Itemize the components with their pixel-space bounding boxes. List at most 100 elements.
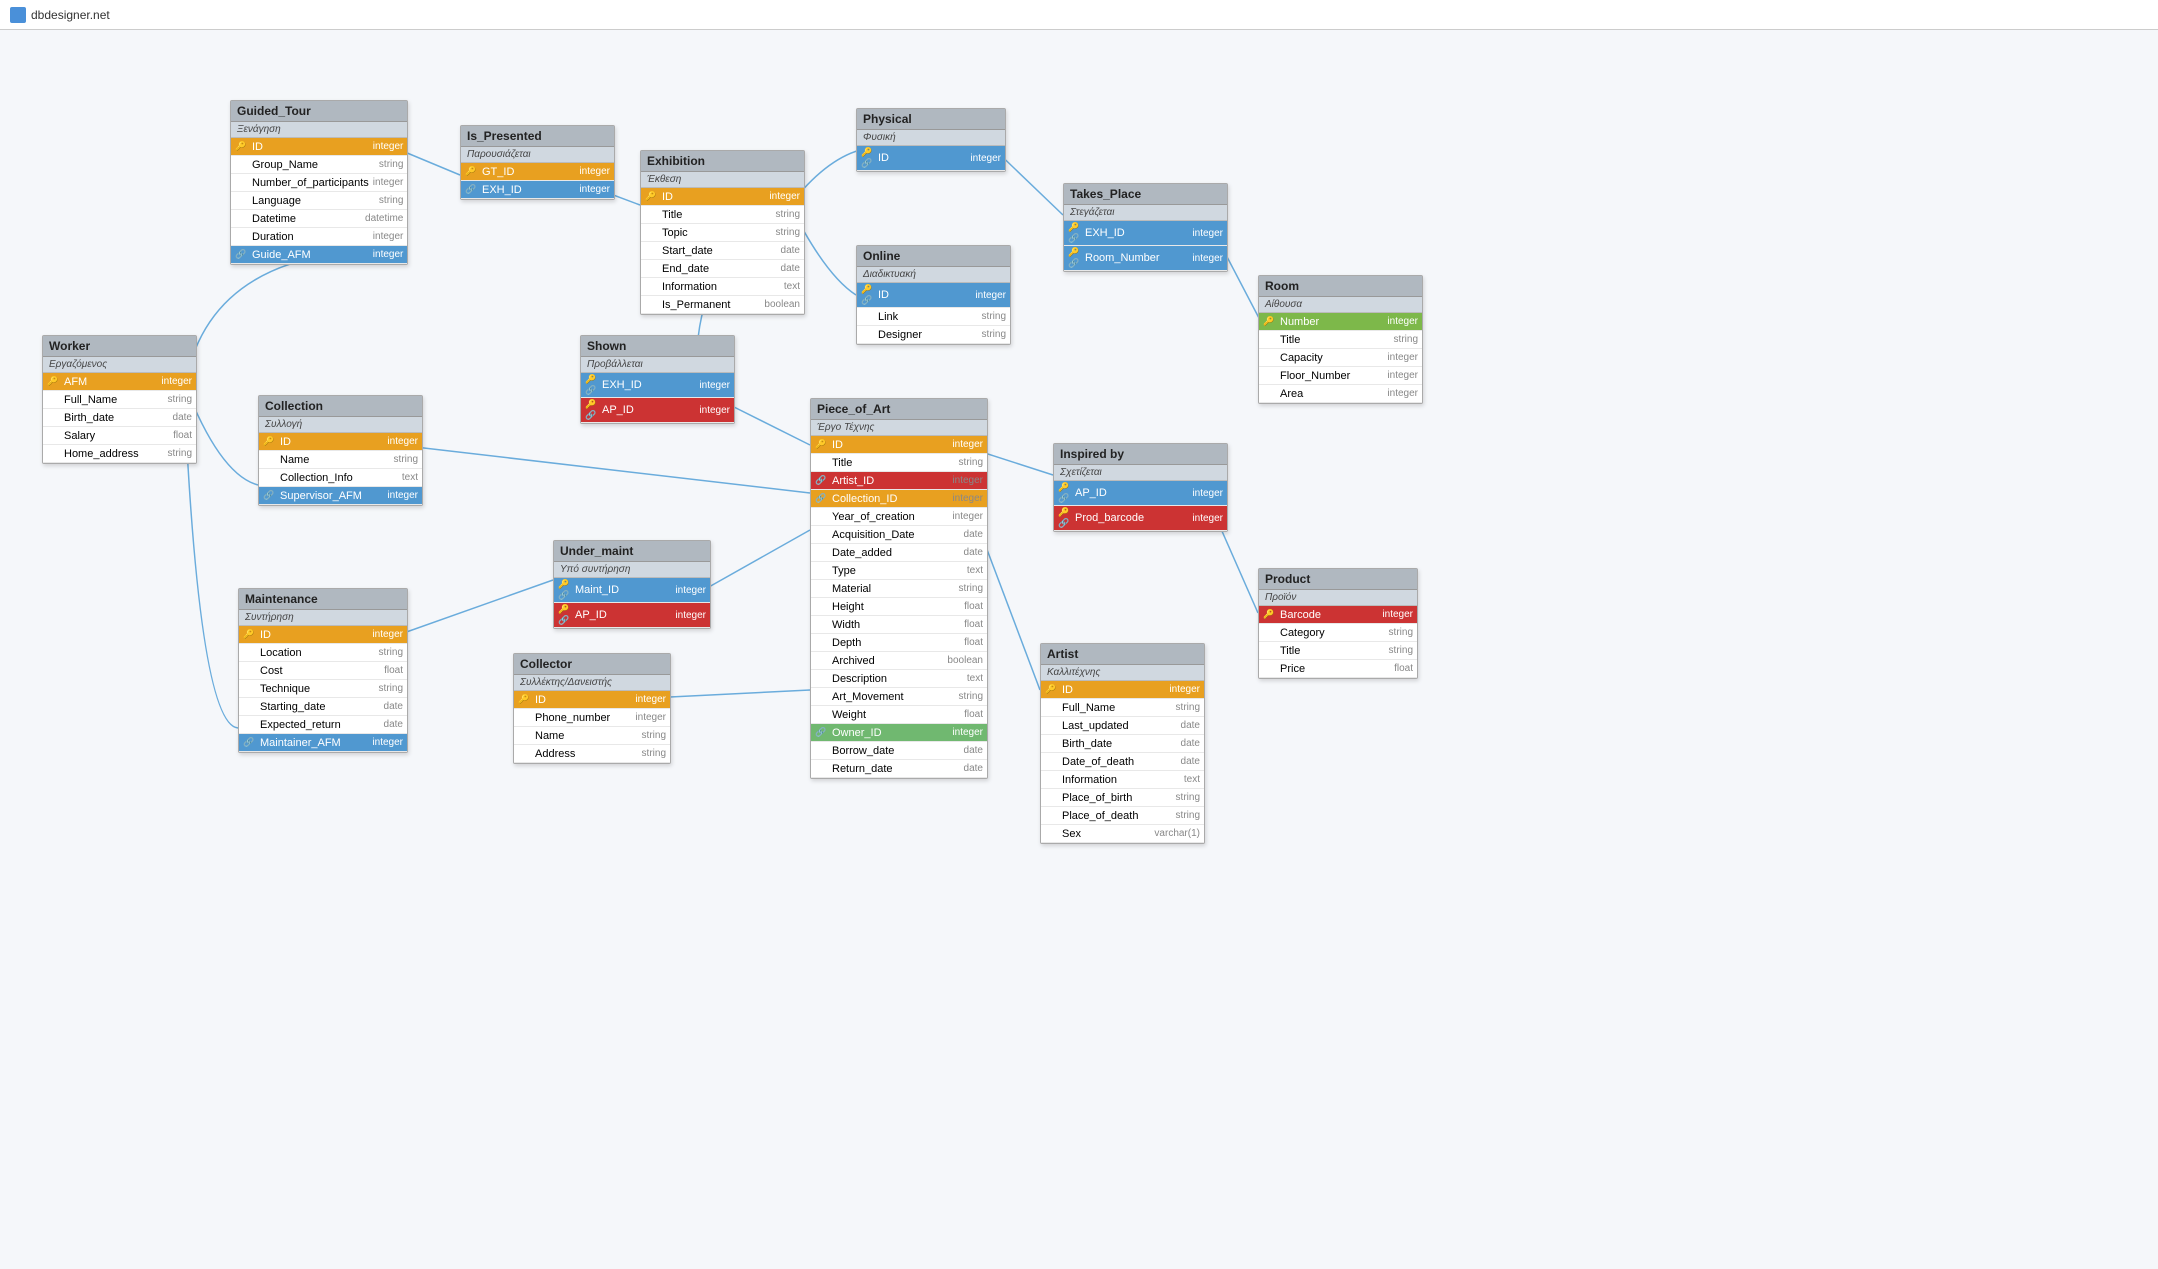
table-row: 🔑 ID integer — [259, 433, 422, 451]
table-row: Birth_date date — [43, 409, 196, 427]
table-row: 🔑 Barcode integer — [1259, 606, 1417, 624]
table-row: 🔑 ID integer — [514, 691, 670, 709]
table-row: Cost float — [239, 662, 407, 680]
table-row: Expected_return date — [239, 716, 407, 734]
table-row: Is_Permanent boolean — [641, 296, 804, 314]
table-room-header: Room — [1259, 276, 1422, 297]
table-row: 🔑 ID integer — [239, 626, 407, 644]
table-row: End_date date — [641, 260, 804, 278]
canvas: Guided_Tour Ξενάγηση 🔑 ID integer Group_… — [0, 30, 2158, 1269]
table-shown-header: Shown — [581, 336, 734, 357]
table-exhibition-subtitle: Έκθεση — [641, 172, 804, 188]
table-online: Online Διαδικτυακή 🔑🔗 ID integer Link st… — [856, 245, 1011, 345]
table-row: Title string — [811, 454, 987, 472]
table-collection: Collection Συλλογή 🔑 ID integer Name str… — [258, 395, 423, 506]
table-row: 🔑 ID integer — [811, 436, 987, 454]
table-row: Area integer — [1259, 385, 1422, 403]
table-row: Date_of_death date — [1041, 753, 1204, 771]
table-takes-place-header: Takes_Place — [1064, 184, 1227, 205]
table-collector-subtitle: Συλλέκτης/Δανειστής — [514, 675, 670, 691]
table-row: Date_added date — [811, 544, 987, 562]
table-collection-subtitle: Συλλογή — [259, 417, 422, 433]
table-collection-header: Collection — [259, 396, 422, 417]
table-row: Acquisition_Date date — [811, 526, 987, 544]
table-row: Phone_number integer — [514, 709, 670, 727]
logo-icon — [10, 7, 26, 23]
table-row: Link string — [857, 308, 1010, 326]
table-room: Room Αίθουσα 🔑 Number integer Title stri… — [1258, 275, 1423, 404]
table-row: Information text — [641, 278, 804, 296]
table-physical-header: Physical — [857, 109, 1005, 130]
table-inspired-by: Inspired by Σχετίζεται 🔑🔗 AP_ID integer … — [1053, 443, 1228, 532]
table-row: 🔗 Maintainer_AFM integer — [239, 734, 407, 752]
table-row: 🔑 ID integer — [641, 188, 804, 206]
table-row: 🔗 Collection_ID integer — [811, 490, 987, 508]
table-row: Full_Name string — [43, 391, 196, 409]
table-row: 🔗 EXH_ID integer — [461, 181, 614, 199]
table-row: Full_Name string — [1041, 699, 1204, 717]
table-row: Capacity integer — [1259, 349, 1422, 367]
table-row: 🔑🔗 AP_ID integer — [1054, 481, 1227, 506]
table-row: 🔑 GT_ID integer — [461, 163, 614, 181]
table-under-maint-header: Under_maint — [554, 541, 710, 562]
table-online-header: Online — [857, 246, 1010, 267]
table-row: Address string — [514, 745, 670, 763]
table-row: Place_of_birth string — [1041, 789, 1204, 807]
table-row: 🔑🔗 ID integer — [857, 283, 1010, 308]
table-row: 🔑🔗 ID integer — [857, 146, 1005, 171]
table-piece-of-art: Piece_of_Art Έργο Τέχνης 🔑 ID integer Ti… — [810, 398, 988, 779]
table-artist: Artist Καλλιτέχνης 🔑 ID integer Full_Nam… — [1040, 643, 1205, 844]
table-row: Category string — [1259, 624, 1417, 642]
table-row: Start_date date — [641, 242, 804, 260]
table-artist-subtitle: Καλλιτέχνης — [1041, 665, 1204, 681]
table-row: Designer string — [857, 326, 1010, 344]
table-product: Product Προϊόν 🔑 Barcode integer Categor… — [1258, 568, 1418, 679]
table-is-presented-header: Is_Presented — [461, 126, 614, 147]
table-maintenance-subtitle: Συντήρηση — [239, 610, 407, 626]
table-row: Weight float — [811, 706, 987, 724]
table-row: Group_Name string — [231, 156, 407, 174]
table-artist-header: Artist — [1041, 644, 1204, 665]
table-row: Depth float — [811, 634, 987, 652]
table-maintenance-header: Maintenance — [239, 589, 407, 610]
table-row: Price float — [1259, 660, 1417, 678]
table-row: 🔑🔗 EXH_ID integer — [581, 373, 734, 398]
table-takes-place-subtitle: Στεγάζεται — [1064, 205, 1227, 221]
table-row: Title string — [641, 206, 804, 224]
table-row: Technique string — [239, 680, 407, 698]
table-row: Home_address string — [43, 445, 196, 463]
table-shown-subtitle: Προβάλλεται — [581, 357, 734, 373]
table-row: Material string — [811, 580, 987, 598]
table-row: Width float — [811, 616, 987, 634]
table-row: Salary float — [43, 427, 196, 445]
table-row: 🔗 Guide_AFM integer — [231, 246, 407, 264]
table-row: Location string — [239, 644, 407, 662]
table-is-presented: Is_Presented Παρουσιάζεται 🔑 GT_ID integ… — [460, 125, 615, 200]
table-inspired-by-subtitle: Σχετίζεται — [1054, 465, 1227, 481]
table-physical: Physical Φυσική 🔑🔗 ID integer — [856, 108, 1006, 172]
table-product-subtitle: Προϊόν — [1259, 590, 1417, 606]
table-row: 🔑🔗 AP_ID integer — [581, 398, 734, 423]
table-row: Name string — [514, 727, 670, 745]
table-collector: Collector Συλλέκτης/Δανειστής 🔑 ID integ… — [513, 653, 671, 764]
table-row: Title string — [1259, 331, 1422, 349]
table-worker-subtitle: Εργαζόμενος — [43, 357, 196, 373]
table-row: 🔑 ID integer — [1041, 681, 1204, 699]
table-row: Floor_Number integer — [1259, 367, 1422, 385]
table-guided-tour-subtitle: Ξενάγηση — [231, 122, 407, 138]
table-row: 🔑🔗 AP_ID integer — [554, 603, 710, 628]
table-row: Information text — [1041, 771, 1204, 789]
table-is-presented-subtitle: Παρουσιάζεται — [461, 147, 614, 163]
table-row: Datetime datetime — [231, 210, 407, 228]
table-piece-of-art-header: Piece_of_Art — [811, 399, 987, 420]
table-row: 🔑🔗 Maint_ID integer — [554, 578, 710, 603]
table-row: 🔗 Supervisor_AFM integer — [259, 487, 422, 505]
table-row: Sex varchar(1) — [1041, 825, 1204, 843]
table-inspired-by-header: Inspired by — [1054, 444, 1227, 465]
logo: dbdesigner.net — [10, 7, 110, 23]
table-row: Height float — [811, 598, 987, 616]
table-row: 🔗 Owner_ID integer — [811, 724, 987, 742]
table-shown: Shown Προβάλλεται 🔑🔗 EXH_ID integer 🔑🔗 A… — [580, 335, 735, 424]
table-row: Collection_Info text — [259, 469, 422, 487]
table-under-maint: Under_maint Υπό συντήρηση 🔑🔗 Maint_ID in… — [553, 540, 711, 629]
